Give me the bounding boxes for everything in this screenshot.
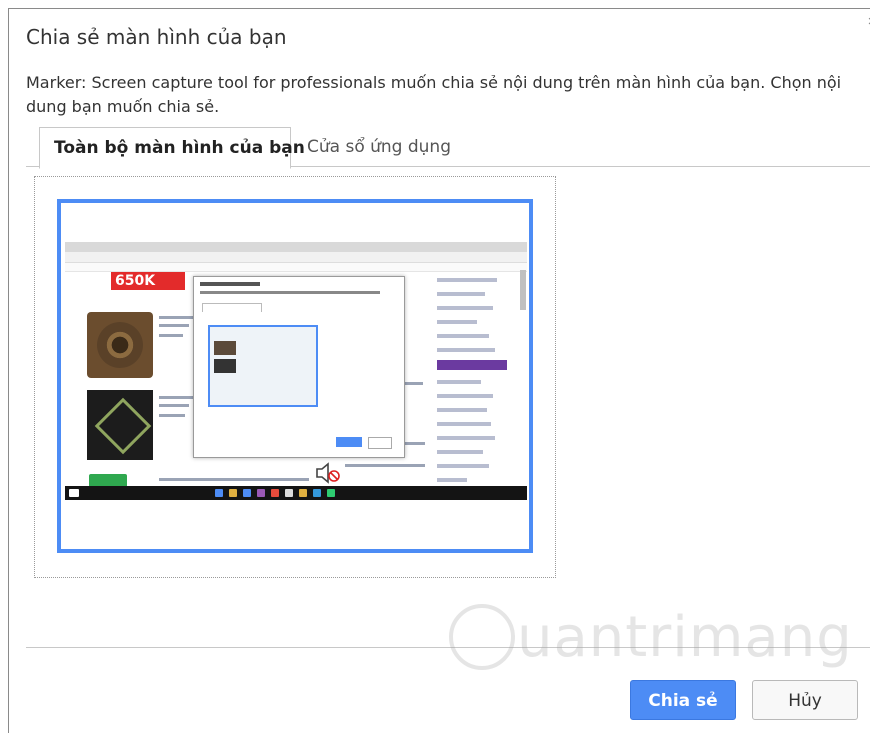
share-button[interactable]: Chia sẻ bbox=[630, 680, 736, 720]
preview-mute-icon bbox=[316, 462, 340, 484]
preview-pattern-image bbox=[87, 390, 153, 460]
dialog-title: Chia sẻ màn hình của bạn bbox=[26, 25, 287, 49]
watermark-lightbulb-icon bbox=[449, 603, 515, 670]
screen-thumbnail[interactable]: 650K bbox=[57, 199, 533, 553]
tab-panel: 650K bbox=[26, 166, 870, 648]
tab-entire-screen[interactable]: Toàn bộ màn hình của bạn bbox=[39, 127, 305, 169]
dialog-description: Marker: Screen capture tool for professi… bbox=[26, 73, 842, 116]
preview-sidebar bbox=[437, 274, 507, 494]
watermark-logo: uantrimang bbox=[449, 603, 853, 674]
preview-bookmarks-bar bbox=[65, 263, 527, 272]
preview-taskbar bbox=[65, 486, 527, 500]
close-icon[interactable]: × bbox=[865, 13, 870, 31]
screen-preview-image: 650K bbox=[65, 242, 527, 506]
preview-lotus-image bbox=[87, 312, 153, 378]
share-screen-dialog: × Chia sẻ màn hình của bạn Marker: Scree… bbox=[8, 8, 870, 733]
cancel-button[interactable]: Hủy bbox=[752, 680, 858, 720]
preview-banner: 650K bbox=[111, 272, 185, 290]
watermark-text: uantrimang bbox=[517, 605, 853, 670]
preview-browser-tabs bbox=[65, 242, 527, 252]
tab-application-window[interactable]: Cửa sổ ứng dụng bbox=[293, 127, 465, 167]
screen-source-item[interactable]: 650K bbox=[34, 176, 556, 578]
preview-address-bar bbox=[65, 252, 527, 263]
preview-nested-dialog bbox=[193, 276, 405, 458]
preview-scrollbar bbox=[520, 270, 526, 310]
